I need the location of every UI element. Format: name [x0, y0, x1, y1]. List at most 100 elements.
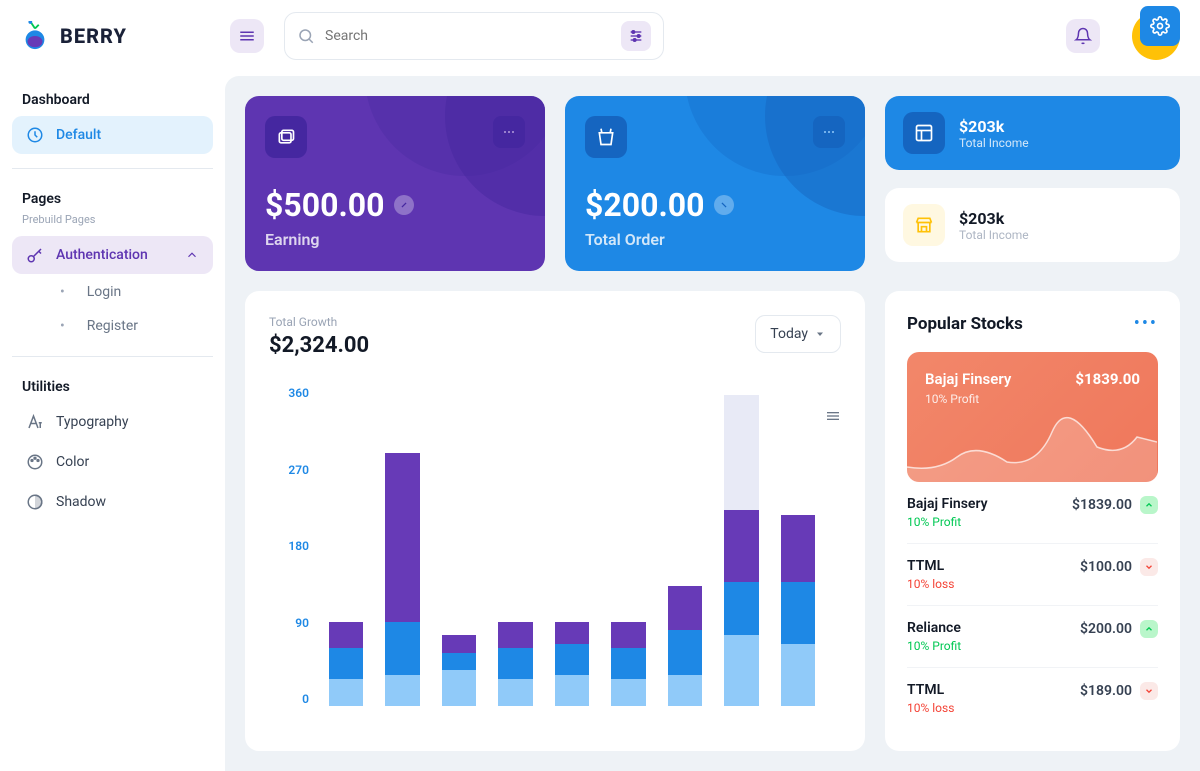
- key-icon: [26, 246, 44, 264]
- bar-segment: [555, 622, 589, 644]
- logo[interactable]: BERRY: [20, 21, 210, 51]
- trend-up-icon: [1140, 620, 1158, 638]
- main-content: $500.00 Earning $200.00: [225, 76, 1200, 771]
- menu-lines-icon: [825, 408, 841, 424]
- menu-icon: [238, 27, 256, 45]
- order-value: $200.00: [585, 186, 704, 224]
- stock-sub: 10% loss: [907, 577, 954, 591]
- stocks-menu-button[interactable]: •••: [1134, 313, 1158, 334]
- bar-segment: [442, 670, 476, 706]
- stock-sub: 10% loss: [907, 701, 954, 715]
- popular-stocks-card: Popular Stocks ••• Bajaj Finsery $1839.0…: [885, 291, 1180, 751]
- palette-icon: [26, 453, 44, 471]
- logo-icon: [20, 21, 50, 51]
- featured-stock-value: $1839.00: [1075, 370, 1140, 388]
- stock-row[interactable]: Reliance10% Profit$200.00: [907, 606, 1158, 668]
- bar-segment: [781, 582, 815, 644]
- trend-down-icon: [714, 195, 734, 215]
- bar-segment: [555, 644, 589, 675]
- table-icon: [903, 112, 945, 154]
- bar-segment: [668, 630, 702, 674]
- sidebar-group-pages-sub: Prebuild Pages: [12, 213, 213, 234]
- dashboard-icon: [26, 126, 44, 144]
- bar-segment: [498, 648, 532, 679]
- sidebar-item-shadow[interactable]: Shadow: [12, 483, 213, 521]
- income-card-1: $203k Total Income: [885, 96, 1180, 170]
- sidebar-group-dashboard: Dashboard: [12, 84, 213, 114]
- earning-icon: [265, 116, 307, 158]
- sidebar-item-label: Default: [56, 127, 101, 143]
- chart-period-label: Today: [770, 326, 808, 342]
- notifications-button[interactable]: [1066, 19, 1100, 53]
- bar-segment: [781, 644, 815, 706]
- sidebar-item-login[interactable]: Login: [46, 276, 213, 308]
- bar-segment: [781, 515, 815, 582]
- sidebar-item-label: Shadow: [56, 494, 106, 510]
- chart-value: $2,324.00: [269, 333, 369, 358]
- earning-card: $500.00 Earning: [245, 96, 545, 271]
- bar-column: [442, 635, 476, 706]
- bar-column: [498, 622, 532, 706]
- bell-icon: [1074, 27, 1092, 45]
- order-label: Total Order: [585, 230, 845, 249]
- sidebar-item-color[interactable]: Color: [12, 443, 213, 481]
- caret-down-icon: [814, 328, 826, 340]
- bar-column: [329, 622, 363, 706]
- bar-column: [611, 622, 645, 706]
- search-input[interactable]: [325, 28, 611, 44]
- sidebar-item-register[interactable]: Register: [46, 310, 213, 342]
- store-icon: [903, 204, 945, 246]
- bar-segment: [668, 586, 702, 630]
- search-box: [284, 12, 664, 60]
- bar-segment: [498, 622, 532, 649]
- chart-subtitle: Total Growth: [269, 315, 369, 329]
- stock-row[interactable]: TTML10% loss$100.00: [907, 544, 1158, 606]
- chart-period-select[interactable]: Today: [755, 315, 841, 353]
- bar-segment: [442, 635, 476, 653]
- sidebar: Dashboard Default Pages Prebuild Pages A…: [0, 72, 225, 771]
- sidebar-item-default[interactable]: Default: [12, 116, 213, 154]
- stock-name: Bajaj Finsery: [907, 496, 988, 512]
- income-card-2: $203k Total Income: [885, 188, 1180, 262]
- sidebar-item-label: Register: [87, 318, 138, 334]
- bar-column: [385, 453, 419, 706]
- order-menu-button[interactable]: [813, 116, 845, 148]
- y-axis: 360270180900: [269, 386, 319, 706]
- bar-segment: [329, 648, 363, 679]
- bar-segment: [611, 679, 645, 706]
- bar-segment: [442, 653, 476, 671]
- settings-floating-button[interactable]: [1140, 6, 1180, 46]
- bar-segment: [329, 622, 363, 649]
- shadow-icon: [26, 493, 44, 511]
- bar-segment: [724, 635, 758, 706]
- sidebar-item-label: Login: [87, 284, 122, 300]
- bar-segment: [385, 675, 419, 706]
- sidebar-group-utilities: Utilities: [12, 371, 213, 401]
- chevron-up-icon: [185, 248, 199, 262]
- sidebar-item-authentication[interactable]: Authentication: [12, 236, 213, 274]
- stock-row[interactable]: TTML10% loss$189.00: [907, 668, 1158, 729]
- order-card: $200.00 Total Order: [565, 96, 865, 271]
- bar-segment: [498, 679, 532, 706]
- earning-value: $500.00: [265, 186, 384, 224]
- chart-menu-button[interactable]: [825, 408, 841, 424]
- earning-menu-button[interactable]: [493, 116, 525, 148]
- featured-stock-sub: 10% Profit: [925, 392, 1140, 406]
- income-1-value: $203k: [959, 117, 1029, 136]
- bar-segment: [611, 648, 645, 679]
- bar-segment: [611, 622, 645, 649]
- brand-text: BERRY: [60, 24, 127, 48]
- search-filter-button[interactable]: [621, 21, 651, 51]
- sidebar-item-typography[interactable]: Typography: [12, 403, 213, 441]
- menu-toggle-button[interactable]: [230, 19, 264, 53]
- chart-bars: [319, 386, 825, 706]
- income-1-label: Total Income: [959, 136, 1029, 150]
- stock-price: $189.00: [1080, 683, 1132, 699]
- stock-sub: 10% Profit: [907, 515, 988, 529]
- y-tick: 180: [288, 539, 309, 553]
- bar-segment: [668, 675, 702, 706]
- earning-label: Earning: [265, 230, 525, 249]
- stock-row[interactable]: Bajaj Finsery10% Profit$1839.00: [907, 482, 1158, 544]
- featured-stock: Bajaj Finsery $1839.00 10% Profit: [907, 352, 1158, 482]
- dots-icon: [821, 124, 837, 140]
